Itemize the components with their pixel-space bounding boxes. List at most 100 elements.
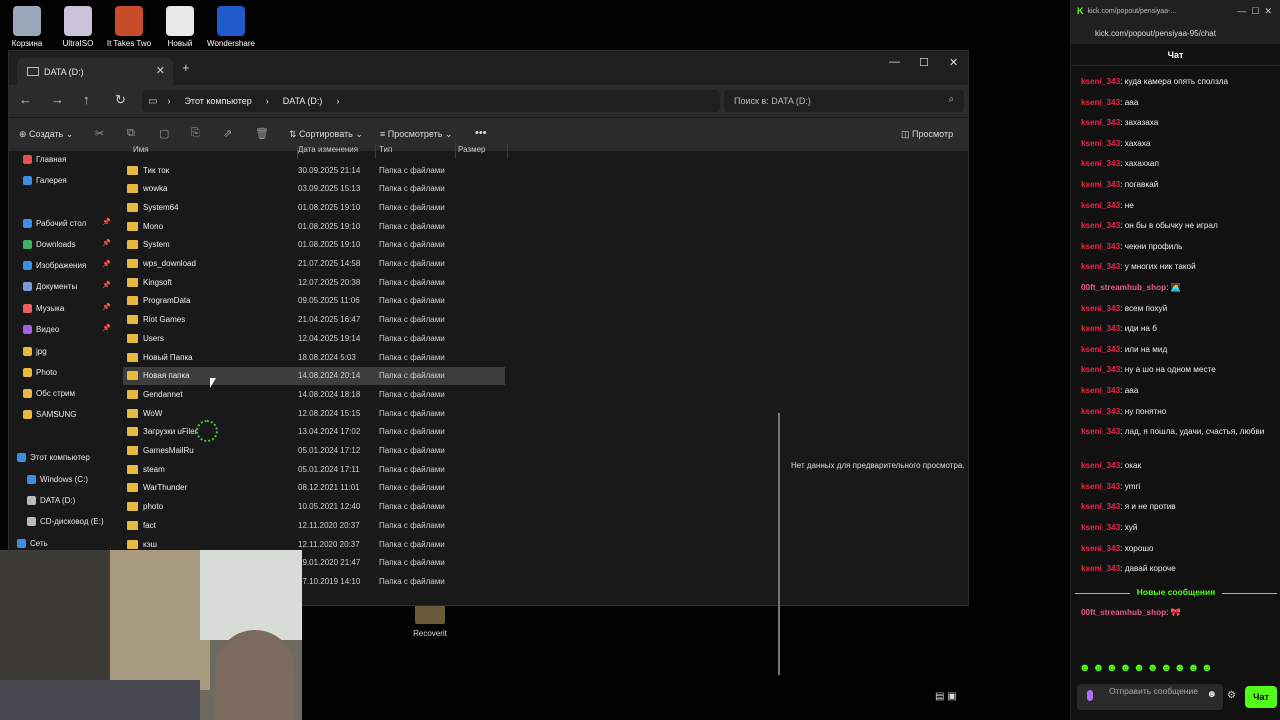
nav-item[interactable]: CD-дисковод (E:) <box>27 513 104 529</box>
share-icon[interactable]: ⇗ <box>223 127 232 140</box>
chat-username[interactable]: 00ft_streamhub_shop <box>1081 283 1166 292</box>
rename-icon[interactable]: ⎘ <box>191 127 200 140</box>
window-controls[interactable]: — ☐ ✕ <box>1237 6 1272 17</box>
table-row[interactable]: System 01.08.2025 19:10 Папка с файлами <box>123 236 505 254</box>
chat-username[interactable]: kseni_343 <box>1081 427 1120 436</box>
cut-icon[interactable]: ✂ <box>95 127 104 140</box>
table-row[interactable]: Gendannet 14.08.2024 18:18 Папка с файлами <box>123 385 505 403</box>
column-type[interactable]: Тип <box>379 145 392 154</box>
nav-item[interactable]: Сеть <box>17 535 48 551</box>
chat-username[interactable]: kseni_343 <box>1081 482 1120 491</box>
table-row[interactable]: System64 01.08.2025 19:10 Папка с файлами <box>123 198 505 216</box>
up-icon[interactable]: ↑ <box>83 92 90 107</box>
emote-bar[interactable]: ☻☻☻☻☻☻☻☻☻☻ <box>1079 662 1215 674</box>
send-chat-button[interactable]: Чат <box>1245 686 1277 708</box>
table-row[interactable]: Kingsoft 12.07.2025 20:38 Папка с файлами <box>123 273 505 291</box>
create-button[interactable]: ⊕ Создать ⌄ <box>19 129 73 140</box>
chat-url-bar[interactable]: kick.com/popout/pensiyaa-95/chat <box>1071 22 1280 44</box>
chat-username[interactable]: kseni_343 <box>1081 98 1120 107</box>
chat-message-input[interactable]: Отправить сообщение ☻ <box>1077 684 1223 710</box>
table-row[interactable]: ProgramData 09.05.2025 11:06 Папка с файла… <box>123 292 505 310</box>
nav-item[interactable]: Видео <box>23 321 59 337</box>
copy-icon[interactable]: ⧉ <box>127 127 135 140</box>
nav-item[interactable]: Windows (C:) <box>27 471 88 487</box>
view-button[interactable]: ≡ Просмотреть ⌄ <box>380 129 452 140</box>
table-row[interactable]: Users 12.04.2025 19:14 Папка с файлами <box>123 329 505 347</box>
new-tab-button[interactable]: + <box>182 60 190 75</box>
table-row[interactable]: Новая папка 14.08.2024 20:14 Папка с файла… <box>123 366 505 385</box>
chat-username[interactable]: kseni_343 <box>1081 345 1120 354</box>
sort-button[interactable]: ⇅ Сортировать ⌄ <box>289 129 363 140</box>
preview-pane-button[interactable]: ◫ Просмотр <box>901 129 953 140</box>
nav-item[interactable]: Главная <box>23 151 66 167</box>
more-options-button[interactable]: ••• <box>475 127 487 139</box>
table-row[interactable]: wps_download 21.07.2025 14:58 Папка с файл… <box>123 255 505 273</box>
chat-username[interactable]: kseni_343 <box>1081 304 1120 313</box>
desktop-icon[interactable]: Wondershare <box>204 4 258 48</box>
chat-username[interactable]: kseni_343 <box>1081 159 1120 168</box>
chat-username[interactable]: kseni_343 <box>1081 139 1120 148</box>
view-toggle[interactable]: ▤ ▣ <box>935 691 957 702</box>
tab-data-d[interactable]: DATA (D:) ✕ <box>17 58 173 85</box>
chat-username[interactable]: kseni_343 <box>1081 77 1120 86</box>
chat-username[interactable]: kseni_343 <box>1081 324 1120 333</box>
close-tab-icon[interactable]: ✕ <box>156 64 165 77</box>
mic-icon[interactable] <box>1087 690 1093 701</box>
nav-item[interactable]: Этот компьютер <box>17 449 90 465</box>
chat-username[interactable]: kseni_343 <box>1081 502 1120 511</box>
search-input[interactable]: Поиск в: DATA (D:) ⌕ <box>724 90 964 112</box>
table-row[interactable]: fact 12.11.2020 20:37 Папка с файлами <box>123 516 505 534</box>
gear-icon[interactable]: ⚙ <box>1227 690 1236 701</box>
nav-item[interactable]: Downloads <box>23 236 76 252</box>
chat-username[interactable]: kseni_343 <box>1081 118 1120 127</box>
chat-username[interactable]: kseni_343 <box>1081 386 1120 395</box>
chat-username[interactable]: kseni_343 <box>1081 201 1120 210</box>
table-row[interactable]: Новый Папка 18.08.2024 5:03 Папка с файлам… <box>123 348 505 366</box>
minimize-icon[interactable]: — <box>889 56 900 68</box>
table-row[interactable]: GamesMailRu 05.01.2024 17:12 Папка с файла… <box>123 442 505 460</box>
nav-item[interactable]: jpg <box>23 343 47 359</box>
nav-item[interactable]: Photo <box>23 364 57 380</box>
desktop-icon[interactable]: It Takes Two <box>102 4 156 48</box>
emoji-icon[interactable]: ☻ <box>1206 690 1217 700</box>
desktop-icon[interactable]: Новый <box>153 4 207 48</box>
address-bar[interactable]: ▭ › Этот компьютер › DATA (D:) › <box>142 90 720 112</box>
maximize-icon[interactable]: ☐ <box>919 56 929 69</box>
chat-username[interactable]: kseni_343 <box>1081 365 1120 374</box>
delete-icon[interactable]: 🗑 <box>255 127 269 140</box>
nav-item[interactable]: Обс стрим <box>23 385 75 401</box>
table-row[interactable]: wowka 03.09.2025 15:13 Папка с файлами <box>123 180 505 198</box>
chat-username[interactable]: kseni_343 <box>1081 544 1120 553</box>
column-date[interactable]: Дата изменения <box>298 145 358 154</box>
chat-username[interactable]: kseni_343 <box>1081 242 1120 251</box>
table-row[interactable]: Загрузки uFiler 13.04.2024 17:02 Папка с ф… <box>123 423 505 441</box>
nav-item[interactable]: Музыка <box>23 300 64 316</box>
breadcrumb-this-pc[interactable]: Этот компьютер <box>184 96 251 106</box>
column-size[interactable]: Размер <box>458 145 486 154</box>
forward-icon[interactable]: → <box>51 92 64 107</box>
chat-username[interactable]: kseni_343 <box>1081 523 1120 532</box>
breadcrumb-data-d[interactable]: DATA (D:) <box>283 96 323 106</box>
table-row[interactable]: Riot Games 21.04.2025 16:47 Папка с файлам… <box>123 311 505 329</box>
column-name[interactable]: Имя <box>133 145 149 154</box>
refresh-icon[interactable]: ↻ <box>115 92 126 108</box>
nav-item[interactable]: DATA (D:) <box>27 492 75 508</box>
desktop-icon[interactable]: Корзина <box>0 4 54 48</box>
table-row[interactable]: WarThunder 08.12.2021 11:01 Папка с файлам… <box>123 479 505 497</box>
table-row[interactable]: Тик ток 30.09.2025 21:14 Папка с файлами <box>123 161 505 179</box>
desktop-icon[interactable]: UltraISO <box>51 4 105 48</box>
chat-username[interactable]: kseni_343 <box>1081 221 1120 230</box>
nav-item[interactable]: Рабочий стол <box>23 215 86 231</box>
new-messages-divider[interactable]: Новые сообщения <box>1075 587 1277 597</box>
table-row[interactable]: WoW 12.08.2024 15:15 Папка с файлами <box>123 404 505 422</box>
chat-username[interactable]: kseni_343 <box>1081 262 1120 271</box>
back-icon[interactable]: ← <box>19 92 32 107</box>
chat-username[interactable]: kseni_343 <box>1081 407 1120 416</box>
chat-username[interactable]: kseni_343 <box>1081 564 1120 573</box>
nav-item[interactable]: Документы <box>23 278 77 294</box>
nav-item[interactable]: SAMSUNG <box>23 406 76 422</box>
scrollbar[interactable] <box>778 413 780 675</box>
nav-item[interactable]: Изображения <box>23 257 86 273</box>
table-row[interactable]: photo 10.05.2021 12:40 Папка с файлами <box>123 498 505 516</box>
table-row[interactable]: steam 05.01.2024 17:11 Папка с файлами <box>123 460 505 478</box>
